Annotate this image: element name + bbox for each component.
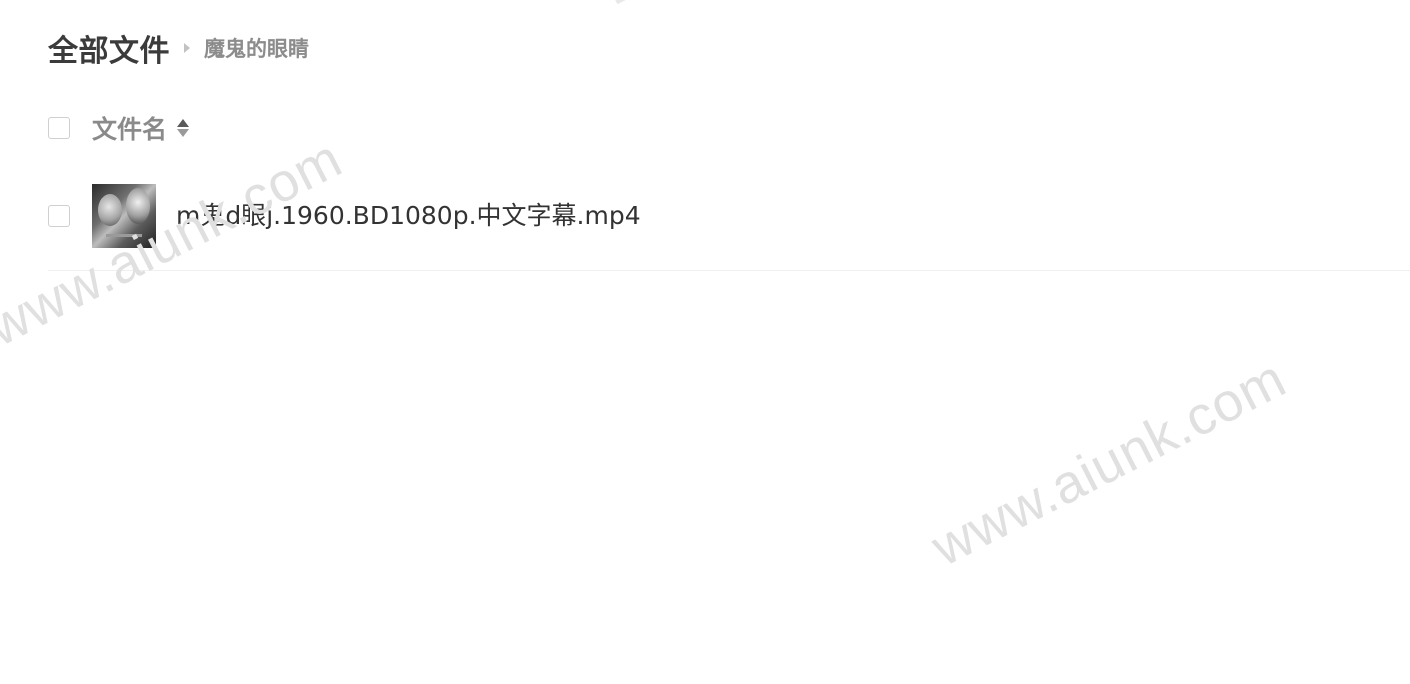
watermark-fragment <box>614 0 636 5</box>
watermark-text: www.aiunk.com <box>922 348 1296 578</box>
breadcrumb-current: 魔鬼的眼睛 <box>204 37 309 61</box>
video-thumbnail-icon[interactable] <box>92 184 156 248</box>
file-row-checkbox[interactable] <box>48 205 70 227</box>
breadcrumb: 全部文件 魔鬼的眼睛 <box>48 26 309 70</box>
column-header-filename[interactable]: 文件名 <box>92 110 167 146</box>
file-row[interactable]: m鬼d眼j.1960.BD1080p.中文字幕.mp4 <box>48 184 1410 271</box>
breadcrumb-chevron-right-icon <box>184 43 190 53</box>
select-all-checkbox[interactable] <box>48 117 70 139</box>
file-list-header: 文件名 <box>48 110 190 146</box>
sort-icon[interactable] <box>177 119 190 137</box>
breadcrumb-root[interactable]: 全部文件 <box>48 26 170 70</box>
file-name[interactable]: m鬼d眼j.1960.BD1080p.中文字幕.mp4 <box>176 198 641 234</box>
